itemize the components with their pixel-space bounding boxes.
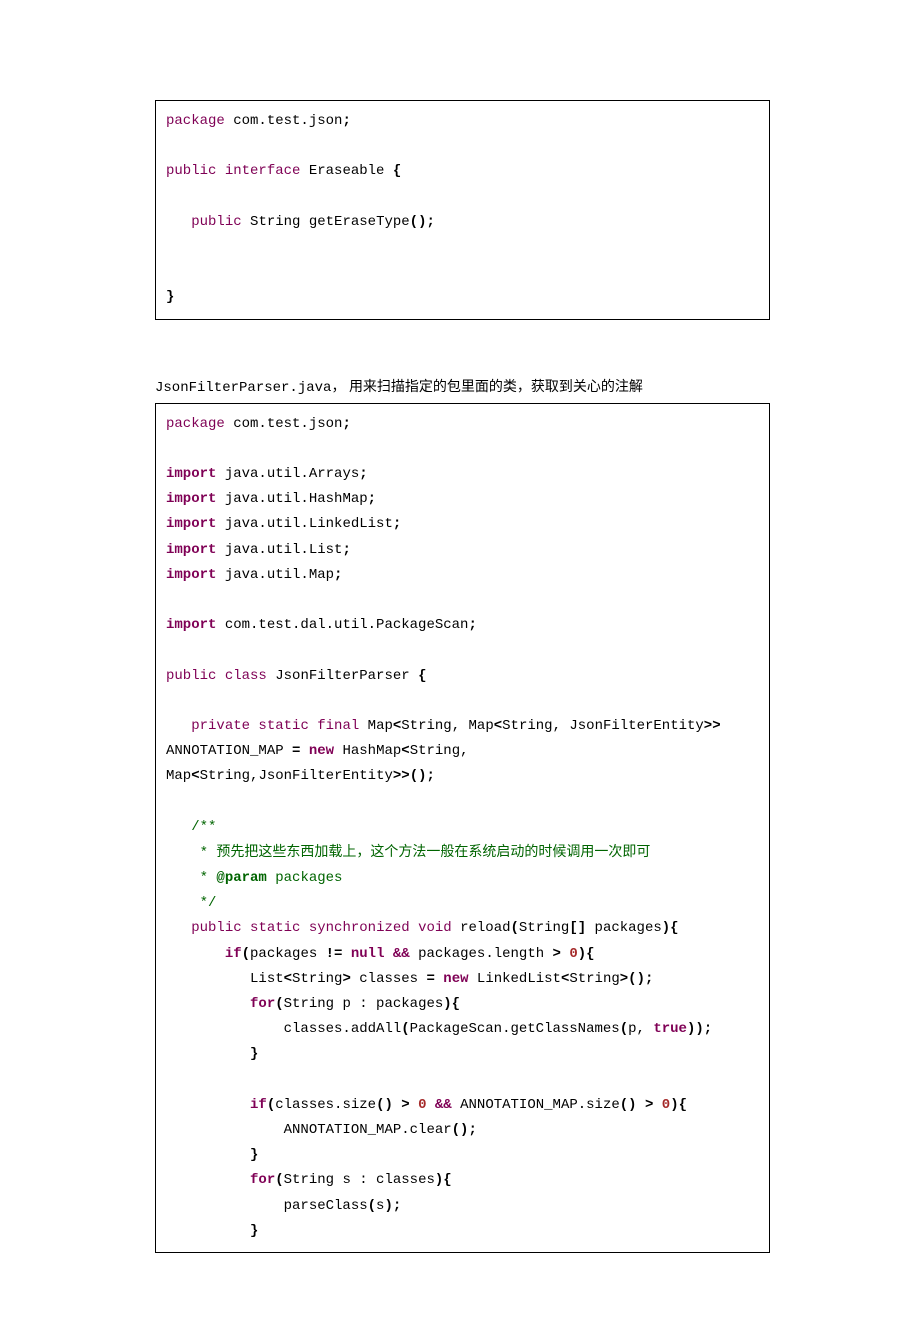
filename: JsonFilterParser.java: [155, 380, 331, 396]
description-line: JsonFilterParser.java， 用来扫描指定的包里面的类，获取到关…: [155, 375, 770, 401]
code-block-eraseable: package com.test.json; public interface …: [155, 100, 770, 320]
kw-package: package: [166, 113, 225, 129]
code-block-jsonfilterparser: package com.test.json; import java.util.…: [155, 403, 770, 1253]
description-text: 用来扫描指定的包里面的类，获取到关心的注解: [349, 380, 643, 395]
kw-public: public: [166, 163, 216, 179]
code-content: package com.test.json; public interface …: [166, 109, 759, 311]
code-content: package com.test.json; import java.util.…: [166, 412, 759, 1244]
